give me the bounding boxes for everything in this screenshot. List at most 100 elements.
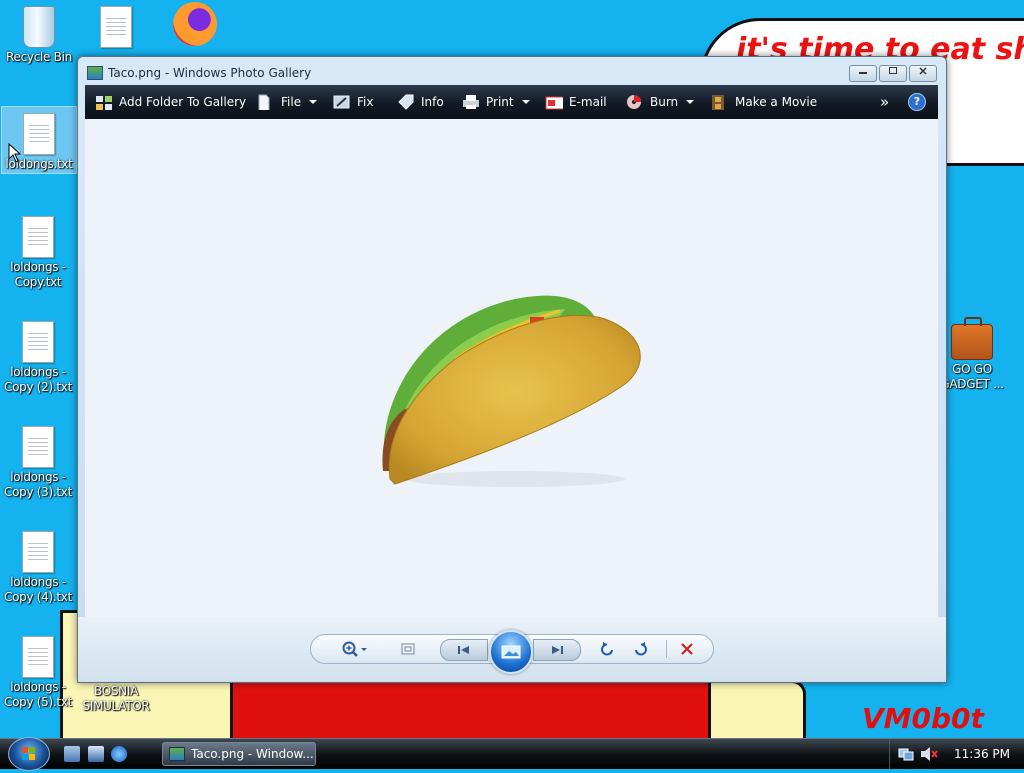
rotate-clockwise-button[interactable] [629, 639, 653, 659]
toolbar-overflow-button[interactable]: » [880, 85, 889, 119]
rotate-left-icon [601, 642, 613, 656]
dropdown-caret-icon [309, 100, 318, 104]
print-menu-button[interactable]: Print [462, 85, 530, 119]
file-icon [258, 94, 270, 110]
text-file-icon [23, 113, 55, 155]
text-file-icon [22, 426, 54, 468]
next-button[interactable] [533, 639, 581, 661]
minimize-button[interactable] [849, 65, 877, 82]
network-icon[interactable] [898, 746, 914, 762]
desktop-icon-label: loldongs - Copy (5).txt [4, 680, 72, 709]
fix-label: Fix [357, 95, 374, 109]
desktop-icon-label: loldongs - Copy (3).txt [4, 470, 72, 499]
wallpaper-figure-shirt [230, 680, 726, 746]
zoom-button[interactable] [339, 639, 371, 659]
add-folder-button[interactable]: Add Folder To Gallery [95, 85, 246, 119]
image-viewer-pane[interactable] [85, 119, 938, 617]
email-icon [545, 96, 563, 110]
desktop-icon-loldongs-copy-2[interactable]: loldongs - Copy (2).txt [1, 321, 75, 395]
previous-button[interactable] [440, 639, 488, 661]
dropdown-caret-icon [521, 100, 530, 104]
email-button[interactable]: E-mail [545, 85, 607, 119]
add-folder-icon [96, 96, 112, 110]
text-file-icon [22, 321, 54, 363]
printer-icon [463, 95, 479, 109]
notification-area: 11:36 PM [889, 739, 1024, 769]
playback-controls-area [78, 617, 946, 681]
help-icon: ? [913, 95, 921, 108]
desktop-icon-label: loldongs - Copy.txt [10, 260, 66, 289]
disc-burn-icon [627, 95, 641, 109]
maximize-icon [889, 67, 897, 74]
desktop-icon-loldongs-copy-5[interactable]: loldongs - Copy (5).txt [1, 636, 75, 710]
window-titlebar[interactable]: Taco.png - Windows Photo Gallery [78, 57, 946, 85]
desktop-icon-loldongs-copy-3[interactable]: loldongs - Copy (3).txt [1, 426, 75, 500]
close-icon [919, 67, 927, 75]
text-file-icon [100, 6, 132, 48]
switch-windows-icon[interactable] [88, 746, 104, 762]
mouse-cursor-icon [8, 143, 22, 163]
slideshow-button[interactable] [489, 630, 533, 674]
clock[interactable]: 11:36 PM [954, 747, 1010, 761]
zoom-magnifier-icon [342, 641, 367, 657]
actual-size-button[interactable] [397, 639, 419, 659]
make-movie-label: Make a Movie [735, 95, 818, 109]
print-label: Print [486, 95, 514, 109]
desktop-icon-loldongs[interactable]: loldongs.txt [1, 106, 77, 174]
desktop-icon-firefox[interactable] [158, 2, 232, 48]
desktop-icon-loldongs-copy[interactable]: loldongs - Copy.txt [1, 216, 75, 290]
desktop-icon-recycle-bin[interactable]: Recycle Bin [2, 6, 76, 65]
delete-button[interactable] [675, 639, 699, 659]
show-desktop-icon[interactable] [64, 746, 80, 762]
desktop-icon-blank-file[interactable] [79, 6, 153, 50]
recycle-bin-icon [23, 6, 55, 48]
text-file-icon [22, 531, 54, 573]
windows-logo-icon [22, 747, 35, 760]
add-folder-label: Add Folder To Gallery [119, 95, 247, 109]
command-toolbar: Add Folder To Gallery File Fix Info Prin… [85, 85, 938, 119]
rotate-counterclockwise-button[interactable] [595, 639, 619, 659]
film-strip-icon [712, 95, 724, 110]
desktop-icon-label: Recycle Bin [6, 50, 72, 64]
minimize-icon [859, 72, 867, 74]
maximize-button[interactable] [879, 65, 907, 82]
close-window-button[interactable] [909, 65, 937, 82]
window-title: Taco.png - Windows Photo Gallery [108, 66, 312, 80]
desktop-icon-label: GO GO GADGET ... [940, 362, 1004, 391]
photo-gallery-app-icon [87, 66, 103, 80]
controls-divider [666, 640, 667, 658]
desktop-icon-label: BOSNIA SIMULATOR [82, 684, 150, 713]
delete-x-icon [681, 643, 693, 655]
internet-explorer-icon[interactable] [111, 746, 127, 762]
text-file-icon [22, 216, 54, 258]
info-tag-icon [398, 94, 414, 110]
burn-label: Burn [650, 95, 679, 109]
previous-icon [458, 646, 469, 654]
email-label: E-mail [569, 95, 607, 109]
file-menu-label: File [281, 95, 302, 109]
start-button[interactable] [8, 737, 50, 771]
info-button[interactable]: Info [397, 85, 444, 119]
volume-muted-icon[interactable] [920, 746, 938, 762]
fix-button[interactable]: Fix [333, 85, 373, 119]
text-file-icon [22, 636, 54, 678]
slideshow-icon [501, 645, 521, 659]
make-movie-button[interactable]: Make a Movie [711, 85, 817, 119]
help-button[interactable]: ? [908, 93, 926, 111]
taskbar-button-label: Taco.png - Window... [191, 747, 314, 761]
rotate-right-icon [635, 642, 647, 656]
desktop-icon-bosnia-simulator[interactable]: BOSNIA SIMULATOR [79, 684, 153, 714]
firefox-icon [173, 2, 217, 46]
burn-menu-button[interactable]: Burn [626, 85, 695, 119]
next-icon [552, 646, 563, 654]
taskbar-button-photo-gallery[interactable]: Taco.png - Window... [162, 742, 316, 766]
photo-gallery-app-icon [169, 747, 185, 761]
desktop-icon-label: loldongs - Copy (4).txt [4, 575, 72, 604]
playback-controls-bar [310, 630, 714, 674]
desktop-icon-label: loldongs - Copy (2).txt [4, 365, 72, 394]
info-label: Info [421, 95, 444, 109]
taco-image [382, 295, 641, 487]
photo-gallery-window: Taco.png - Windows Photo Gallery Add Fol… [77, 56, 947, 683]
desktop-icon-loldongs-copy-4[interactable]: loldongs - Copy (4).txt [1, 531, 75, 605]
file-menu-button[interactable]: File [257, 85, 318, 119]
